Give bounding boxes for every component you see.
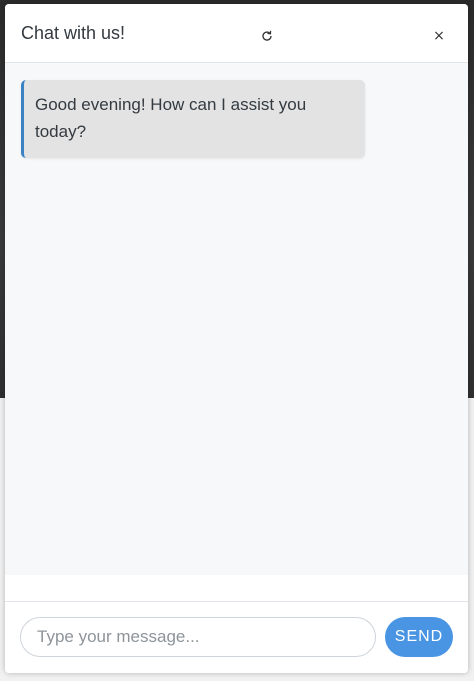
bot-message: Good evening! How can I assist you today… xyxy=(21,80,365,158)
chat-header: Chat with us! × xyxy=(5,4,468,63)
chat-title: Chat with us! xyxy=(21,23,126,43)
chat-footer: SEND xyxy=(5,575,468,673)
message-list[interactable]: Good evening! How can I assist you today… xyxy=(5,63,468,575)
chat-widget: Chat with us! × Good evening! How can I … xyxy=(5,4,468,673)
refresh-icon[interactable] xyxy=(257,26,277,46)
send-button[interactable]: SEND xyxy=(385,617,453,657)
message-input[interactable] xyxy=(20,617,376,657)
close-icon[interactable]: × xyxy=(429,26,449,46)
footer-divider xyxy=(5,601,468,602)
